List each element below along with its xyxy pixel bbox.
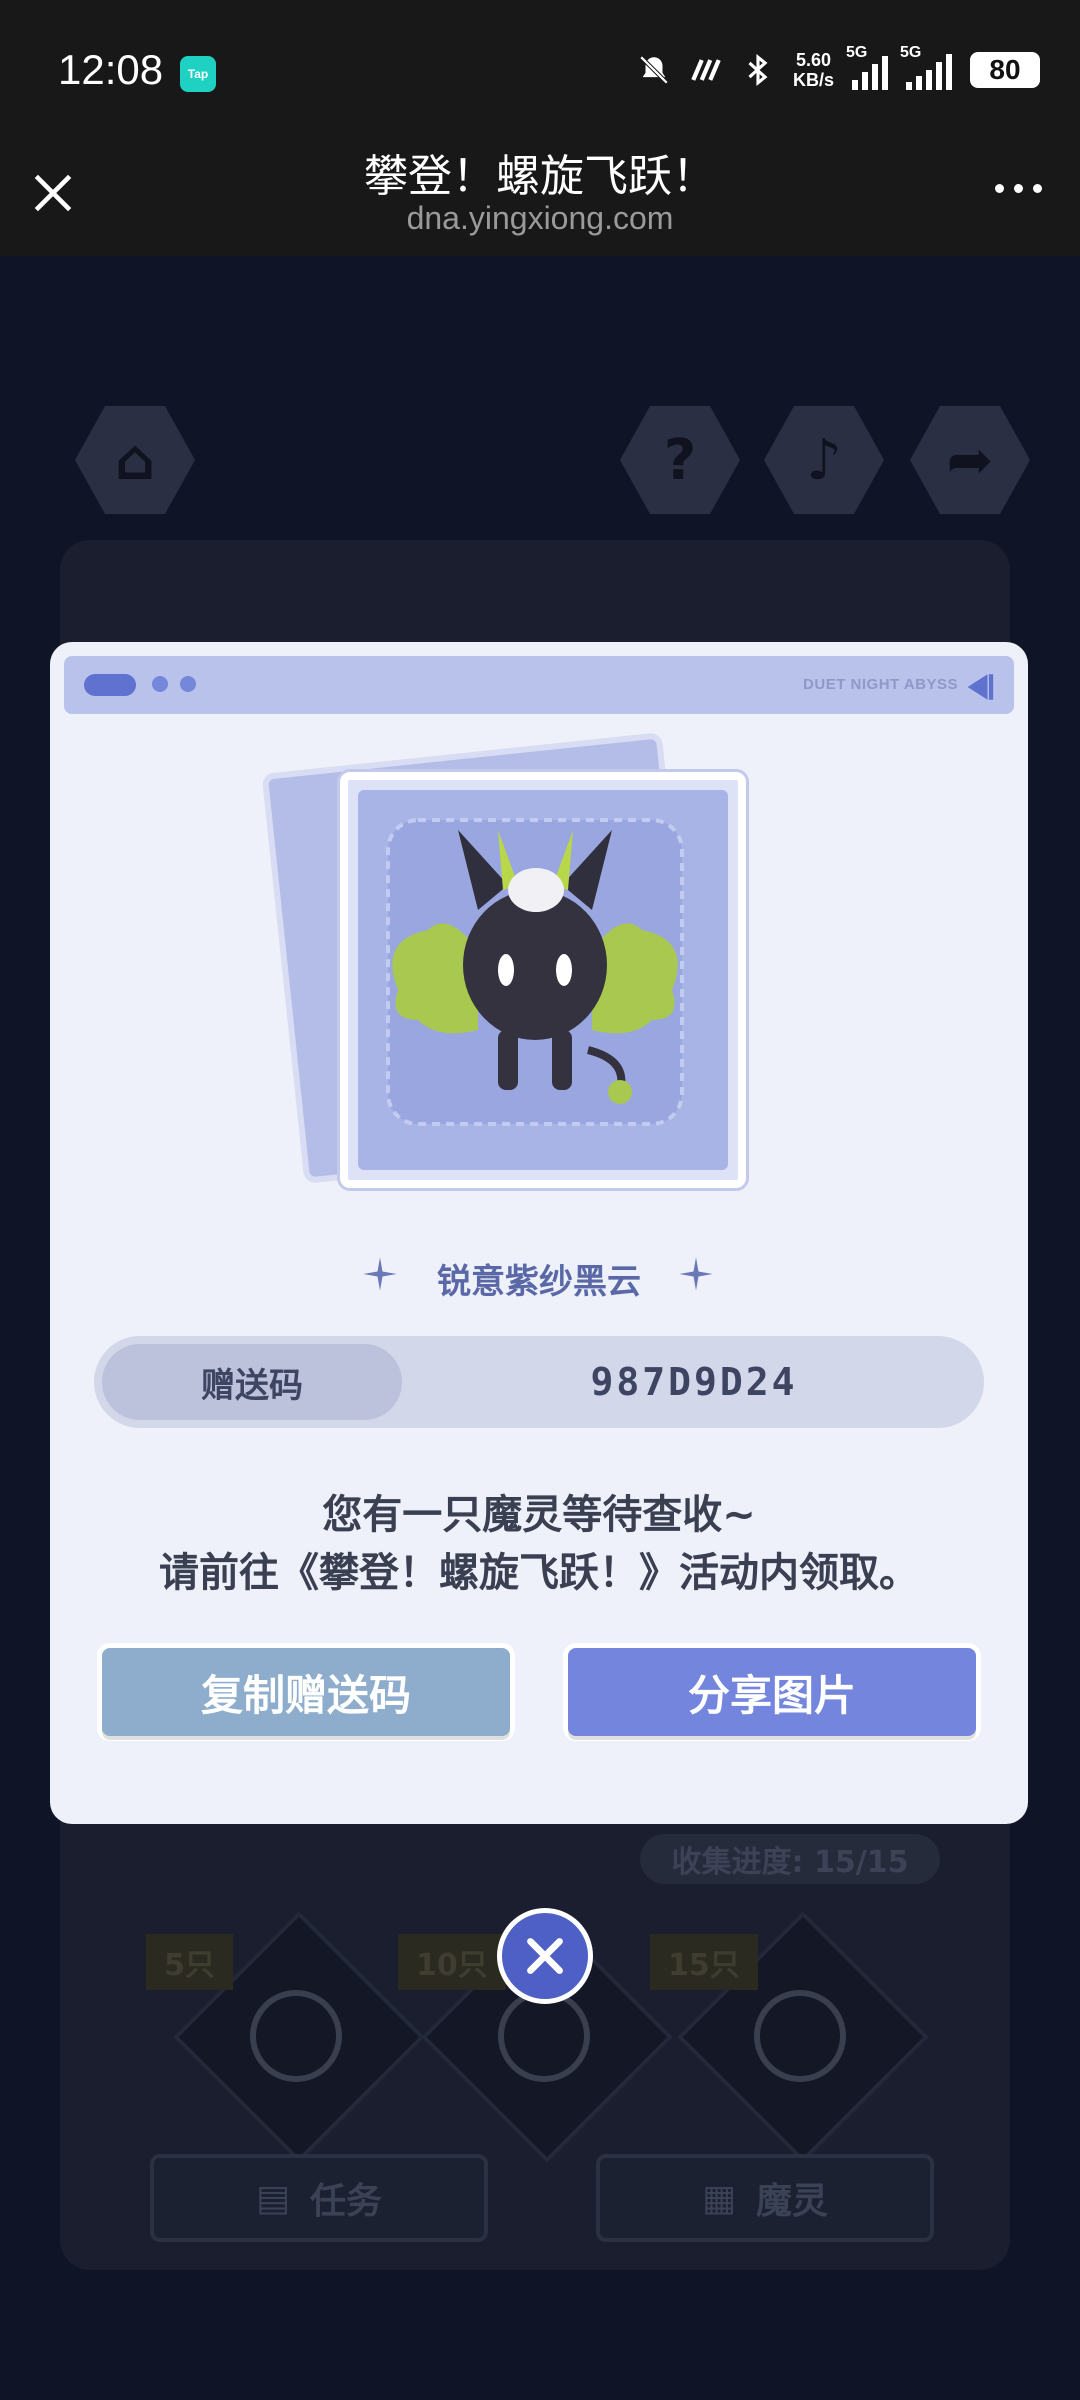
tab-task: ▤ 任务: [150, 2154, 488, 2242]
pet-card-inner: [358, 790, 728, 1170]
signal-5g-1-icon: 5G: [846, 44, 888, 90]
gift-code-value: 987D9D24: [590, 1360, 798, 1404]
check-icon: [754, 1990, 846, 2082]
pet-illustration: [386, 818, 684, 1126]
status-icons: 5.60 KB/s 5G 5G 80: [637, 44, 1040, 90]
pet-name: 锐意紫纱黑云: [437, 1262, 641, 1302]
document-icon: ▤: [255, 2177, 290, 2219]
tab-pet-label: 魔灵: [756, 2181, 829, 2222]
folder-icon: ▦: [701, 2177, 736, 2219]
signal-5g-2-icon: 5G: [900, 44, 952, 90]
header-dot: [152, 676, 168, 692]
gift-code-row: 赠送码 987D9D24: [94, 1336, 984, 1428]
gift-modal: DUET NIGHT ABYSS 锐意紫纱黑云 赠送码 987D9D24 您有一…: [50, 642, 1028, 1824]
mute-bell-icon: [639, 55, 669, 85]
more-options-icon[interactable]: [995, 184, 1042, 193]
triangle-left-icon: [967, 674, 994, 700]
tab-pet: ▦ 魔灵: [596, 2154, 934, 2242]
page-title: 攀登！螺旋飞跃！: [364, 151, 716, 202]
header-dot: [180, 676, 196, 692]
share-image-button[interactable]: 分享图片: [568, 1648, 976, 1736]
header-decoration: [84, 674, 136, 696]
modal-header: DUET NIGHT ABYSS: [64, 656, 1014, 714]
message-line-1: 您有一只魔灵等待查收~: [322, 1492, 756, 1538]
sim1-label: 5G: [846, 44, 868, 61]
tab-task-label: 任务: [310, 2181, 383, 2222]
network-speed: 5.60 KB/s: [793, 50, 834, 90]
check-icon: [250, 1990, 342, 2082]
network-speed-value: 5.60: [795, 50, 832, 70]
bluetooth-icon: [748, 54, 768, 86]
webview-title-bar: 攀登！螺旋飞跃！ dna.yingxiong.com: [0, 140, 1080, 256]
pet-card: [340, 772, 746, 1188]
page-url: dna.yingxiong.com: [406, 200, 674, 236]
taptap-app-icon: Tap: [180, 56, 216, 92]
copy-code-button[interactable]: 复制赠送码: [102, 1648, 510, 1736]
sim2-label: 5G: [900, 44, 922, 61]
milestone-label-1: 5只: [146, 1934, 233, 1990]
header-brand-text: DUET NIGHT ABYSS: [803, 676, 958, 693]
network-speed-unit: KB/s: [792, 70, 834, 90]
battery-indicator: 80: [970, 52, 1040, 88]
status-bar: 12:08 Tap 5.60 KB/s 5G 5G 80: [0, 0, 1080, 140]
message-line-2: 请前往《攀登！螺旋飞跃！》活动内领取。: [159, 1550, 919, 1596]
collection-progress: 收集进度: 15/15: [640, 1834, 940, 1884]
milestone-label-3: 15只: [650, 1934, 758, 1990]
modal-close-button[interactable]: [497, 1908, 593, 2004]
milestone-label-2: 10只: [398, 1934, 506, 1990]
gift-code-label: 赠送码: [102, 1344, 402, 1420]
close-icon: [527, 1938, 563, 1974]
clock: 12:08: [58, 46, 164, 93]
nfc-icon: [691, 59, 721, 81]
